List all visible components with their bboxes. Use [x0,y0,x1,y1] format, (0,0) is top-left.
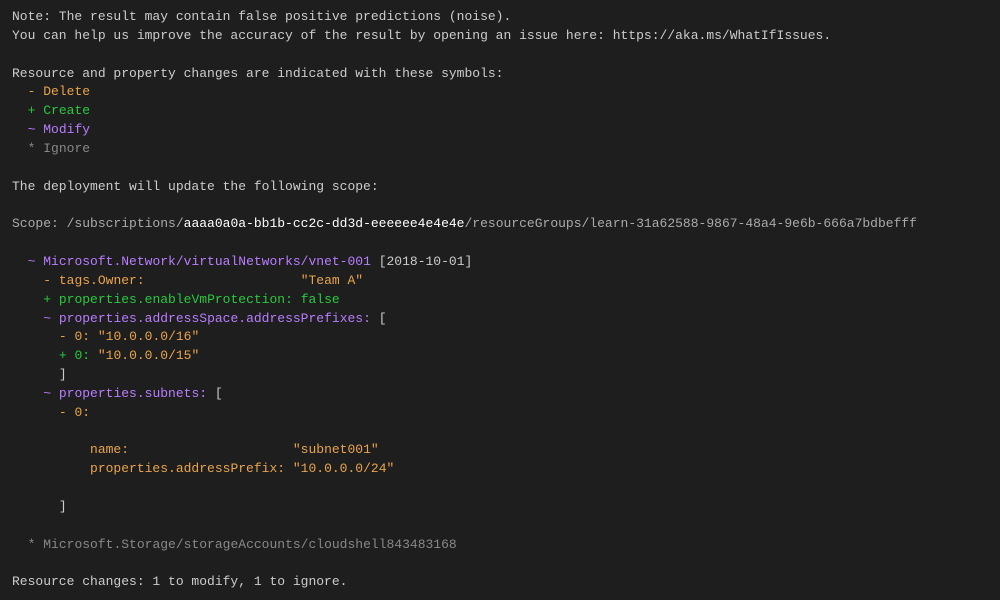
legend-header: Resource and property changes are indica… [12,66,503,81]
resource-modify-api: [2018-10-01] [379,254,473,269]
addr-old-value: "10.0.0.0/16" [98,329,199,344]
resource-ignore-symbol: * [28,537,36,552]
resource-ignore-name: Microsoft.Storage/storageAccounts/clouds… [43,537,456,552]
tags-owner-value: "Team A" [301,273,363,288]
enable-vm-symbol: + [43,292,51,307]
legend-create-symbol: + [28,103,36,118]
subnets-open: [ [215,386,223,401]
legend-modify-label: Modify [43,122,90,137]
scope-prefix: Scope: /subscriptions/ [12,216,184,231]
scope-suffix: /resourceGroups/learn-31a62588-9867-48a4… [465,216,917,231]
note-line-2: You can help us improve the accuracy of … [12,28,831,43]
addr-prefixes-close: ] [59,367,67,382]
subnets-close: ] [59,499,67,514]
addr-prefixes-key: properties.addressSpace.addressPrefixes: [59,311,371,326]
legend-delete-symbol: - [28,84,36,99]
subnet-name-value: "subnet001" [293,442,379,457]
tags-owner-key: tags.Owner: [59,273,145,288]
legend-ignore-symbol: * [28,141,36,156]
enable-vm-key: properties.enableVmProtection: [59,292,293,307]
legend-create-label: Create [43,103,90,118]
resource-changes-summary: Resource changes: 1 to modify, 1 to igno… [12,574,347,589]
subnet-addr-value: "10.0.0.0/24" [293,461,394,476]
legend-modify-symbol: ~ [28,122,36,137]
addr-new-index: 0: [74,348,90,363]
scope-subscription-id: aaaa0a0a-bb1b-cc2c-dd3d-eeeeee4e4e4e [184,216,465,231]
deployment-scope-header: The deployment will update the following… [12,179,379,194]
legend-ignore-label: Ignore [43,141,90,156]
tags-owner-symbol: - [43,273,51,288]
addr-new-symbol: + [59,348,67,363]
subnet-item-symbol: - [59,405,67,420]
terminal-output: Note: The result may contain false posit… [12,8,988,592]
resource-modify-name: Microsoft.Network/virtualNetworks/vnet-0… [43,254,371,269]
addr-old-index: 0: [74,329,90,344]
subnets-key: properties.subnets: [59,386,207,401]
addr-prefixes-symbol: ~ [43,311,51,326]
addr-old-symbol: - [59,329,67,344]
note-line-1: Note: The result may contain false posit… [12,9,511,24]
subnets-symbol: ~ [43,386,51,401]
subnet-item-index: 0: [74,405,90,420]
enable-vm-value: false [301,292,340,307]
addr-prefixes-open: [ [379,311,387,326]
legend-delete-label: Delete [43,84,90,99]
addr-new-value: "10.0.0.0/15" [98,348,199,363]
subnet-addr-key: properties.addressPrefix: [90,461,285,476]
subnet-name-key: name: [90,442,129,457]
resource-modify-symbol: ~ [28,254,36,269]
